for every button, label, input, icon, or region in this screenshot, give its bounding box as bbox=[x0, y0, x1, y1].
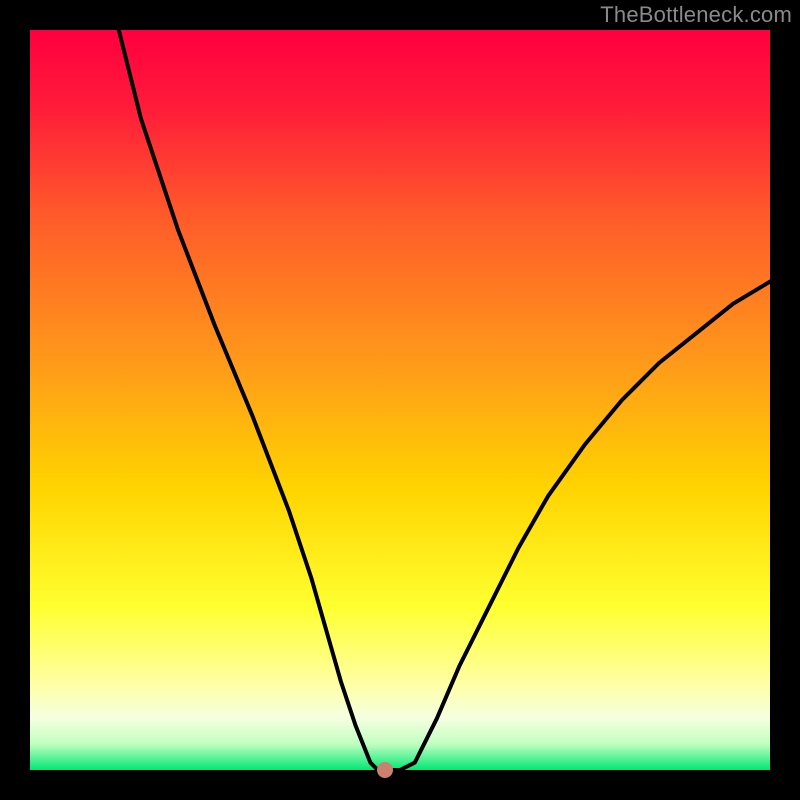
plot-area bbox=[30, 30, 770, 770]
chart-frame: TheBottleneck.com bbox=[0, 0, 800, 800]
watermark-label: TheBottleneck.com bbox=[600, 2, 792, 28]
plot-svg bbox=[30, 30, 770, 770]
gradient-background bbox=[30, 30, 770, 770]
marker-dot bbox=[377, 762, 393, 778]
